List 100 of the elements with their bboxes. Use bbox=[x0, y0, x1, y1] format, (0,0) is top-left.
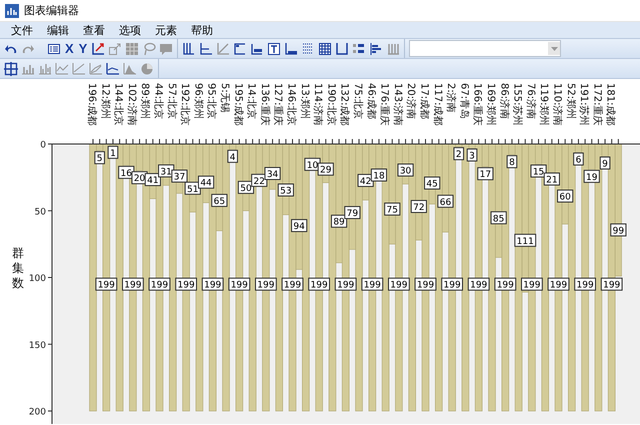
menu-item[interactable]: 文件 bbox=[4, 22, 40, 38]
axis-chart-icon[interactable] bbox=[91, 42, 106, 56]
annotation: 199 bbox=[576, 280, 594, 291]
data-label: 29 bbox=[320, 166, 332, 176]
data-label: 29 bbox=[318, 162, 334, 176]
case-label: 192:北京 bbox=[179, 83, 190, 126]
case-label: 172:重庆 bbox=[591, 83, 602, 126]
annotation: 199 bbox=[390, 280, 408, 291]
text-frame-icon[interactable] bbox=[267, 42, 282, 56]
data-label: 53 bbox=[278, 184, 294, 196]
annotation: 199 bbox=[337, 280, 355, 291]
data-label: 79 bbox=[346, 209, 358, 220]
data-label: 75 bbox=[386, 206, 398, 216]
annotation-label: 199 bbox=[468, 278, 490, 291]
case-label: 144:北京 bbox=[112, 83, 124, 126]
data-label: 31 bbox=[160, 167, 172, 178]
axis-icon[interactable] bbox=[182, 42, 196, 56]
data-label: 15 bbox=[532, 168, 544, 178]
case-label: 190:北京 bbox=[325, 83, 336, 126]
data-label: 6 bbox=[573, 152, 584, 166]
annotation: 199 bbox=[310, 280, 328, 291]
menu-item[interactable]: 编辑 bbox=[40, 22, 76, 38]
frame-icon[interactable] bbox=[250, 42, 264, 56]
line-chart-icon[interactable] bbox=[106, 62, 120, 76]
menu-item[interactable]: 查看 bbox=[76, 22, 112, 38]
annotation: 199 bbox=[150, 280, 168, 291]
menu-item[interactable]: 元素 bbox=[148, 22, 184, 38]
case-label: 12:郑州 bbox=[99, 83, 110, 120]
data-label: 4 bbox=[227, 150, 238, 163]
data-label: 16 bbox=[118, 166, 134, 179]
data-label: 1 bbox=[110, 148, 116, 159]
data-label: 60 bbox=[557, 190, 574, 203]
frame-icon[interactable] bbox=[233, 42, 248, 56]
properties-icon[interactable] bbox=[47, 42, 61, 56]
annotation: 199 bbox=[178, 280, 195, 291]
case-label: 95:北京 bbox=[206, 83, 217, 120]
data-label: 99 bbox=[612, 226, 624, 236]
menu-item[interactable]: 选项 bbox=[112, 22, 148, 38]
data-label: 19 bbox=[586, 172, 598, 183]
data-label: 18 bbox=[373, 172, 385, 182]
data-label: 22 bbox=[251, 174, 268, 187]
data-label: 51 bbox=[187, 184, 198, 195]
menu-item[interactable]: 帮助 bbox=[184, 22, 220, 38]
tick-label: 50 bbox=[34, 207, 46, 218]
data-label: 5 bbox=[94, 151, 105, 164]
annotation-label: 199 bbox=[574, 278, 596, 291]
data-label: 20 bbox=[131, 171, 148, 184]
data-label: 111 bbox=[516, 236, 534, 247]
data-label: 2 bbox=[453, 147, 464, 160]
case-label: 136:重庆 bbox=[258, 83, 270, 126]
case-label: 181:成都 bbox=[604, 83, 616, 126]
annotation-label: 199 bbox=[494, 278, 516, 291]
case-label: 196:成都 bbox=[86, 83, 97, 126]
annotation-label: 199 bbox=[282, 278, 304, 291]
annotation-label: 199 bbox=[521, 278, 543, 291]
legend-icon[interactable] bbox=[352, 42, 366, 56]
tick-label: 150 bbox=[28, 340, 46, 351]
annotation-label: 199 bbox=[361, 278, 384, 291]
data-label: 79 bbox=[344, 206, 360, 220]
data-label: 45 bbox=[424, 176, 440, 190]
case-label: 176:重庆 bbox=[378, 83, 390, 126]
data-label: 8 bbox=[509, 158, 516, 168]
data-label: 30 bbox=[397, 164, 414, 177]
gridlines-icon[interactable] bbox=[318, 42, 332, 56]
data-label: 65 bbox=[211, 194, 228, 207]
data-label: 41 bbox=[144, 173, 161, 186]
frame-icon[interactable] bbox=[335, 42, 350, 56]
dropdown-field[interactable] bbox=[409, 40, 562, 57]
axis-title: 群集数 bbox=[12, 246, 24, 290]
axis-button[interactable]: X bbox=[64, 42, 75, 56]
axis-icon[interactable] bbox=[284, 42, 298, 56]
data-label: 3 bbox=[466, 148, 478, 162]
data-label: 2 bbox=[456, 150, 462, 160]
annotation-label: 199 bbox=[548, 278, 570, 291]
case-label: 110:济南 bbox=[552, 83, 562, 126]
bar-chart-icon[interactable] bbox=[369, 42, 384, 56]
data-label: 4 bbox=[230, 152, 236, 163]
data-label: 66 bbox=[437, 194, 454, 208]
data-label: 85 bbox=[492, 214, 504, 224]
case-label: 57:北京 bbox=[166, 83, 177, 120]
case-label: 67:青岛 bbox=[458, 83, 470, 120]
annotation-label: 199 bbox=[202, 278, 224, 291]
annotation-label: 199 bbox=[388, 278, 410, 291]
data-label: 66 bbox=[440, 198, 452, 208]
data-label: 20 bbox=[134, 174, 146, 184]
data-label: 21 bbox=[546, 176, 558, 186]
case-label: 127:重庆 bbox=[272, 83, 284, 126]
case-label: 75:北京 bbox=[352, 83, 363, 120]
case-label: 17:成都 bbox=[418, 83, 430, 120]
annotation-label: 199 bbox=[414, 278, 436, 291]
data-label: 44 bbox=[198, 176, 214, 189]
axis-icon[interactable] bbox=[199, 42, 214, 56]
annotation-label: 199 bbox=[175, 278, 197, 291]
tick-label: 200 bbox=[28, 408, 46, 418]
data-label: 34 bbox=[264, 167, 281, 180]
crosshair-icon[interactable] bbox=[4, 62, 18, 76]
axis-button[interactable]: Y bbox=[78, 42, 88, 56]
annotation-label: 199 bbox=[600, 278, 623, 291]
case-label: 89:郑州 bbox=[139, 83, 150, 120]
data-label: 65 bbox=[214, 196, 226, 207]
